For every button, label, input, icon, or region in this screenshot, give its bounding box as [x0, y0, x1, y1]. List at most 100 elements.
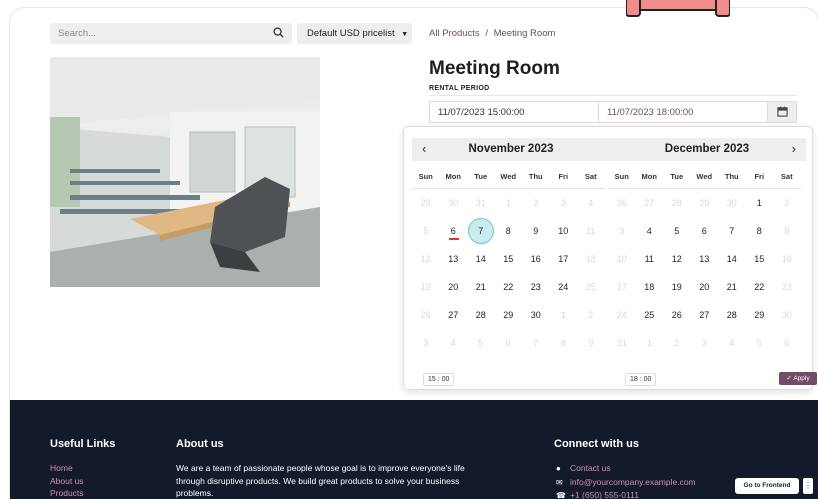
calendar-button[interactable]	[767, 101, 797, 123]
calendar-day: 2	[533, 198, 539, 208]
calendar-day[interactable]: 28	[467, 301, 495, 329]
calendar-day[interactable]: 29	[746, 301, 774, 329]
email-link[interactable]: info@yourcompany.example.com	[570, 477, 696, 487]
calendar-day[interactable]: 14	[718, 245, 746, 273]
calendar-day: 18	[585, 254, 596, 264]
calendar-day[interactable]: 30	[522, 301, 550, 329]
calendar-day[interactable]: 16	[522, 245, 550, 273]
apply-button[interactable]: ✓ Apply	[779, 372, 817, 385]
start-time-input[interactable]: 15 : 00	[423, 373, 455, 386]
calendar-day: 1	[505, 198, 511, 208]
contact-us-link[interactable]: Contact us	[570, 463, 611, 473]
calendar-day[interactable]: 13	[440, 245, 468, 273]
calendar-day[interactable]: 8	[495, 217, 523, 245]
calendar-day[interactable]: 10	[550, 217, 578, 245]
calendar-day[interactable]: 5	[663, 217, 691, 245]
calendar-day-today[interactable]: 6	[440, 217, 468, 245]
calendar-day[interactable]: 24	[550, 273, 578, 301]
calendar-day: 30	[448, 198, 459, 208]
calendar-grid: Sun Mon Tue Wed Thu Fri Sat 26 27 28 29 30 1 2 3 4 5 6 7 8 9…	[608, 163, 806, 357]
calendar-day-selected[interactable]: 7	[467, 217, 495, 245]
calendar-month-november: ‹ November 2023 Sun Mon Tue Wed Thu Fri Sat 29 3…	[412, 138, 610, 357]
chevron-right-icon[interactable]: ›	[792, 141, 796, 156]
weekday-header: Thu	[522, 163, 550, 189]
calendar-day[interactable]: 7	[718, 217, 746, 245]
calendar-day[interactable]: 21	[467, 273, 495, 301]
calendar-day[interactable]: 21	[718, 273, 746, 301]
go-to-frontend-button[interactable]: Go to Frontend	[735, 478, 799, 494]
weekday-header: Tue	[663, 163, 691, 189]
phone-icon: ☎	[556, 491, 566, 499]
calendar-day[interactable]: 22	[495, 273, 523, 301]
calendar-day[interactable]: 9	[522, 217, 550, 245]
chevron-left-icon[interactable]: ‹	[422, 141, 426, 156]
calendar-day[interactable]: 8	[746, 217, 774, 245]
weekday-header: Tue	[467, 163, 495, 189]
calendar-day: 5	[423, 226, 429, 236]
rental-start-field[interactable]: 11/07/2023 15:00:00	[429, 101, 599, 123]
rental-end-field[interactable]: 11/07/2023 18:00:00	[598, 101, 768, 123]
calendar-day[interactable]: 15	[495, 245, 523, 273]
weekday-header: Sun	[608, 163, 636, 189]
calendar-day: 2	[588, 310, 594, 320]
calendar-day: 2	[674, 338, 680, 348]
calendar-day: 31	[475, 198, 486, 208]
calendar-day[interactable]: 12	[663, 245, 691, 273]
date-range-picker: ‹ November 2023 Sun Mon Tue Wed Thu Fri Sat 29 3…	[403, 126, 817, 390]
phone-link[interactable]: +1 (650) 555-0111	[570, 490, 639, 499]
calendar-day[interactable]: 13	[691, 245, 719, 273]
calendar-day: 3	[423, 338, 429, 348]
breadcrumb-link-all-products[interactable]: All Products	[429, 28, 480, 39]
calendar-day[interactable]: 27	[691, 301, 719, 329]
footer-link-products[interactable]: Products	[50, 487, 84, 499]
footer-link-about[interactable]: About us	[50, 475, 84, 488]
calendar-day[interactable]: 20	[440, 273, 468, 301]
calendar-day: 2	[784, 198, 790, 208]
calendar-day: 30	[726, 198, 737, 208]
more-options-button[interactable]: ⋮	[803, 478, 813, 494]
calendar-day[interactable]: 25	[636, 301, 664, 329]
calendar-day: 7	[533, 338, 539, 348]
product-image	[50, 57, 320, 287]
search-input[interactable]: Search...	[50, 23, 292, 44]
calendar-day[interactable]: 17	[550, 245, 578, 273]
calendar-day[interactable]: 4	[636, 217, 664, 245]
calendar-day: 24	[616, 310, 627, 320]
footer-link-home[interactable]: Home	[50, 462, 84, 475]
calendar-day[interactable]: 15	[746, 245, 774, 273]
calendar-day: 28	[671, 198, 682, 208]
calendar-day[interactable]: 20	[691, 273, 719, 301]
calendar-day[interactable]: 28	[718, 301, 746, 329]
calendar-day[interactable]: 27	[440, 301, 468, 329]
end-time-input[interactable]: 18 : 00	[625, 373, 657, 386]
calendar-day[interactable]: 26	[663, 301, 691, 329]
calendar-day[interactable]: 11	[636, 245, 664, 273]
weekday-header: Sat	[773, 163, 801, 189]
rental-period-label: RENTAL PERIOD	[429, 85, 490, 92]
calendar-day: 29	[699, 198, 710, 208]
weekday-header: Fri	[549, 163, 577, 189]
calendar-day[interactable]: 1	[746, 189, 774, 217]
breadcrumb-current: Meeting Room	[493, 28, 556, 39]
calendar-day[interactable]: 29	[495, 301, 523, 329]
calendar-day: 1	[646, 338, 652, 348]
calendar-day[interactable]: 18	[636, 273, 664, 301]
page-frame: Search... Default USD pricelist ▼ All Pr…	[10, 8, 818, 499]
weekday-header: Fri	[745, 163, 773, 189]
calendar-day: 9	[784, 226, 790, 236]
calendar-day[interactable]: 6	[691, 217, 719, 245]
calendar-day: 19	[420, 282, 431, 292]
calendar-day[interactable]: 23	[522, 273, 550, 301]
footer-contact: ● Contact us ✉ info@yourcompany.example.co…	[556, 462, 696, 499]
pricelist-dropdown[interactable]: Default USD pricelist ▼	[297, 23, 412, 44]
divider	[429, 95, 797, 96]
calendar-day[interactable]: 19	[663, 273, 691, 301]
search-icon[interactable]	[273, 27, 284, 38]
calendar-day[interactable]: 22	[746, 273, 774, 301]
calendar-day: 10	[616, 254, 627, 264]
calendar-grid: Sun Mon Tue Wed Thu Fri Sat 29 30 31 1 2 3 4 5 6 7 8 9 10 11…	[412, 163, 610, 357]
calendar-day: 5	[478, 338, 484, 348]
calendar-day[interactable]: 14	[467, 245, 495, 273]
calendar-day: 6	[505, 338, 511, 348]
calendar-day: 16	[781, 254, 792, 264]
